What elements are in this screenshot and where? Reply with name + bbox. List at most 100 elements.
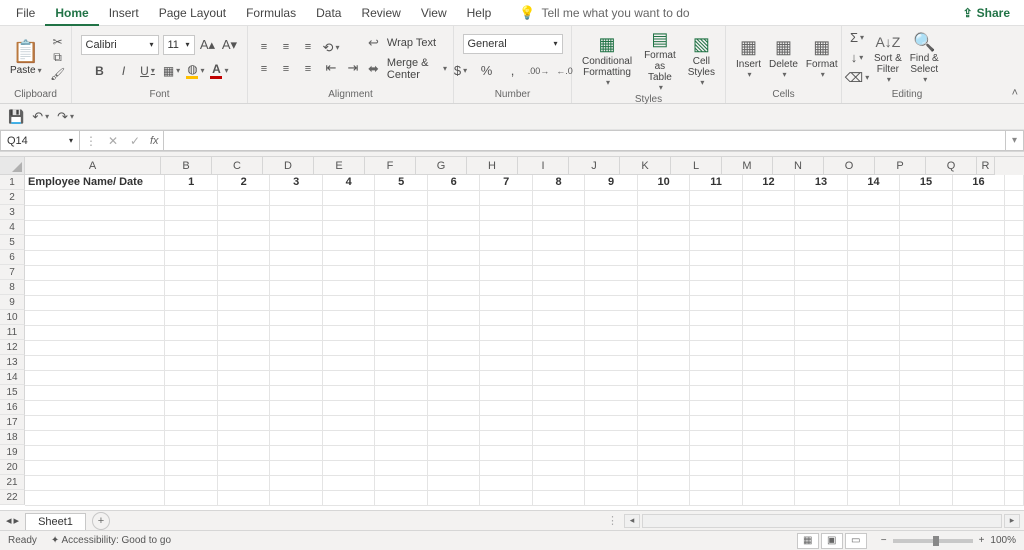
cell[interactable] [165,295,217,310]
cell[interactable] [322,325,374,340]
cell[interactable] [532,220,584,235]
cell[interactable] [900,220,952,235]
underline-button[interactable]: U [138,61,158,81]
column-header[interactable]: F [365,157,416,175]
cell[interactable] [585,235,637,250]
cell[interactable] [952,490,1004,505]
tab-insert[interactable]: Insert [99,0,149,26]
row-header[interactable]: 13 [0,355,25,370]
row-header[interactable]: 19 [0,445,25,460]
more-functions-button[interactable]: ⋮ [80,134,102,148]
cell[interactable] [427,190,479,205]
cell[interactable] [847,400,899,415]
row-header[interactable]: 20 [0,460,25,475]
cell[interactable] [322,355,374,370]
cell[interactable] [375,190,427,205]
cell[interactable] [270,205,322,220]
add-sheet-button[interactable]: + [92,512,110,530]
row-header[interactable]: 21 [0,475,25,490]
cell[interactable] [532,325,584,340]
column-header[interactable]: R [977,157,995,175]
cell[interactable] [322,250,374,265]
cell[interactable] [375,265,427,280]
cell[interactable] [1005,430,1024,445]
cell[interactable] [25,370,165,385]
cell[interactable]: 15 [900,175,952,190]
cell[interactable] [270,280,322,295]
cell[interactable] [532,445,584,460]
cell[interactable] [795,235,847,250]
cell[interactable] [585,205,637,220]
cell[interactable] [1005,190,1024,205]
cell[interactable] [900,430,952,445]
cell[interactable] [322,415,374,430]
cell[interactable] [375,310,427,325]
column-header[interactable]: C [212,157,263,175]
cell[interactable] [322,400,374,415]
borders-button[interactable]: ▦ [162,61,182,81]
cell[interactable] [165,385,217,400]
cell[interactable] [742,235,794,250]
cell[interactable] [217,385,269,400]
cell[interactable] [480,415,532,430]
row-header[interactable]: 9 [0,295,25,310]
cell[interactable] [637,385,689,400]
increase-font-button[interactable]: A▴ [199,36,217,54]
cell[interactable] [270,340,322,355]
cell[interactable]: 9 [585,175,637,190]
cell[interactable]: 6 [427,175,479,190]
cell[interactable] [690,250,742,265]
cell[interactable] [270,325,322,340]
cell[interactable] [847,445,899,460]
cell[interactable] [480,400,532,415]
cell[interactable] [900,250,952,265]
cell[interactable] [322,430,374,445]
accounting-format-button[interactable]: $ [450,60,472,82]
cell[interactable] [952,235,1004,250]
zoom-in-button[interactable]: + [979,535,985,546]
italic-button[interactable]: I [114,61,134,81]
insert-cells-button[interactable]: ▦Insert [732,37,765,79]
cell[interactable] [637,430,689,445]
cell[interactable] [480,340,532,355]
cell[interactable] [795,370,847,385]
cell[interactable] [1005,415,1024,430]
cell[interactable] [585,340,637,355]
cell[interactable] [1005,400,1024,415]
cell[interactable] [480,190,532,205]
cell[interactable] [532,310,584,325]
cell[interactable] [1005,385,1024,400]
cell[interactable] [637,190,689,205]
cell[interactable] [270,355,322,370]
cell[interactable]: 16 [952,175,1004,190]
cell[interactable] [270,250,322,265]
cell[interactable] [585,325,637,340]
cell[interactable] [217,460,269,475]
cell[interactable] [952,220,1004,235]
cell[interactable] [165,250,217,265]
cell[interactable] [1005,445,1024,460]
cell[interactable] [1005,340,1024,355]
cell[interactable] [427,265,479,280]
cell[interactable] [270,370,322,385]
format-cells-button[interactable]: ▦Format [802,37,842,79]
cell[interactable] [427,370,479,385]
cell[interactable]: 11 [690,175,742,190]
cell[interactable] [25,190,165,205]
cell[interactable] [585,490,637,505]
cell[interactable]: 8 [532,175,584,190]
cell[interactable] [952,415,1004,430]
row-header[interactable]: 18 [0,430,25,445]
cell[interactable] [270,220,322,235]
cell[interactable] [690,295,742,310]
cell[interactable] [375,385,427,400]
hscroll-right-button[interactable]: ▸ [1004,514,1020,528]
zoom-slider[interactable] [893,539,973,543]
cell[interactable] [637,400,689,415]
cell[interactable] [427,220,479,235]
cell[interactable] [165,445,217,460]
autosum-button[interactable]: Σ [848,29,866,47]
cell[interactable] [25,430,165,445]
cell[interactable] [900,460,952,475]
cell[interactable] [532,415,584,430]
